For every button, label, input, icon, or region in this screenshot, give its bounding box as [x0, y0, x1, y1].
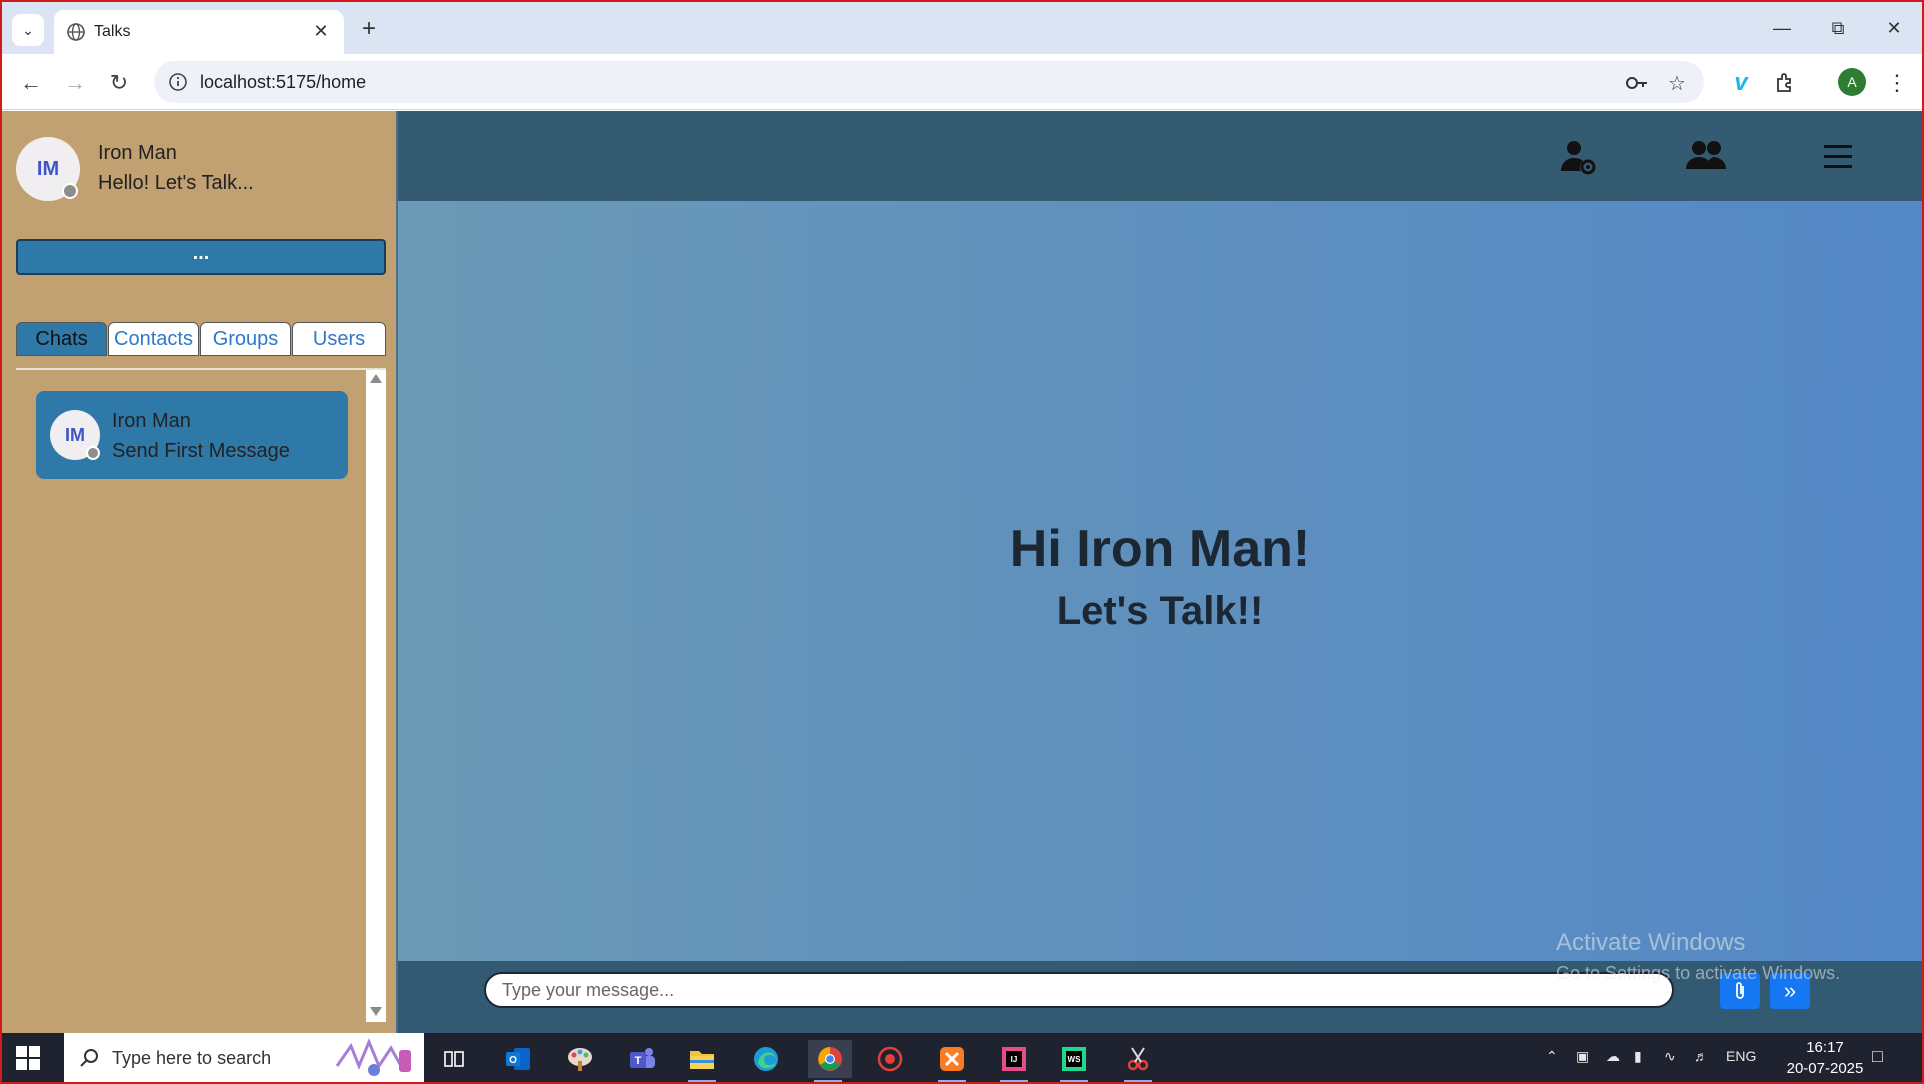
user-settings-icon[interactable] — [1558, 137, 1598, 177]
svg-text:WS: WS — [1068, 1055, 1082, 1064]
browser-tab[interactable]: Talks ✕ — [54, 10, 344, 54]
main-panel: Hi Iron Man! Let's Talk!! » Activate Win… — [398, 111, 1922, 1033]
presence-dot — [86, 446, 100, 460]
chat-list-scrollbar[interactable] — [366, 370, 386, 1022]
intellij-icon[interactable]: IJ — [994, 1040, 1034, 1082]
clock-date[interactable]: 20-07-2025 — [1772, 1060, 1878, 1077]
running-indicator — [688, 1080, 716, 1082]
profile-avatar[interactable]: A — [1838, 68, 1866, 96]
chat-name: Iron Man — [112, 410, 191, 432]
running-indicator — [1124, 1080, 1152, 1082]
running-indicator — [1000, 1080, 1028, 1082]
windows-start-icon[interactable] — [16, 1046, 40, 1070]
wifi-icon[interactable]: ∿ — [1664, 1048, 1676, 1065]
browser-menu-icon[interactable]: ⋮ — [1880, 66, 1914, 100]
volume-icon[interactable]: ♬ — [1694, 1048, 1708, 1064]
message-input[interactable] — [484, 972, 1674, 1008]
more-options-button[interactable]: ... — [16, 239, 386, 275]
chat-list-item[interactable]: IM Iron Man Send First Message — [36, 391, 348, 479]
password-key-icon[interactable] — [1624, 70, 1650, 96]
snipping-tool-icon[interactable] — [1118, 1040, 1158, 1082]
vimeo-extension-icon[interactable]: v — [1724, 66, 1758, 100]
chat-initials: IM — [65, 424, 85, 445]
notifications-icon[interactable]: □ — [1872, 1046, 1883, 1067]
browser-tab-strip: ⌄ Talks ✕ + — ⧉ ✕ — [2, 2, 1922, 54]
paperclip-icon — [1736, 982, 1744, 999]
back-icon[interactable]: ← — [14, 66, 48, 100]
taskbar-search[interactable]: Type here to search — [64, 1033, 424, 1082]
hamburger-menu-icon[interactable] — [1818, 137, 1858, 177]
user-avatar[interactable]: IM — [16, 137, 80, 201]
running-indicator — [938, 1080, 966, 1082]
task-view-icon[interactable] — [434, 1040, 474, 1078]
tabs-divider — [16, 368, 386, 370]
activation-watermark-text: Go to Settings to activate Windows. — [1556, 963, 1841, 983]
search-placeholder: Type here to search — [112, 1048, 272, 1068]
tab-users[interactable]: Users — [292, 322, 386, 356]
extensions-icon[interactable] — [1768, 66, 1802, 100]
screen: ⌄ Talks ✕ + — ⧉ ✕ ← → ↻ localhost:5175/h… — [0, 0, 1924, 1084]
outlook-icon[interactable]: O — [498, 1040, 538, 1078]
forward-icon[interactable]: → — [58, 66, 92, 100]
running-indicator — [1060, 1080, 1088, 1082]
network-adapter-icon[interactable]: ▣ — [1576, 1048, 1589, 1065]
new-tab-icon[interactable]: + — [354, 14, 384, 44]
file-explorer-icon[interactable] — [682, 1040, 722, 1082]
welcome-title: Hi Iron Man! — [1009, 520, 1311, 578]
search-highlight-illustration-icon — [335, 1038, 411, 1076]
screen-recorder-icon[interactable] — [870, 1040, 910, 1078]
reload-icon[interactable]: ↻ — [102, 66, 136, 100]
presence-dot — [62, 183, 78, 199]
svg-text:T: T — [635, 1055, 642, 1067]
close-tab-icon[interactable]: ✕ — [308, 18, 334, 44]
talks-app: IM Iron Man Hello! Let's Talk... ... Cha… — [2, 111, 1922, 1033]
battery-icon[interactable]: ▮ — [1634, 1048, 1642, 1065]
language-indicator[interactable]: ENG — [1726, 1048, 1756, 1064]
chat-preview: Send First Message — [112, 440, 290, 462]
scroll-down-icon[interactable] — [370, 1007, 382, 1016]
xampp-icon[interactable] — [932, 1040, 972, 1082]
user-initials: IM — [36, 157, 60, 180]
edge-icon[interactable] — [746, 1040, 786, 1078]
show-hidden-icons-icon[interactable]: ⌃ — [1546, 1048, 1558, 1065]
browser-toolbar: ← → ↻ localhost:5175/home ☆ v A ⋮ — [2, 54, 1922, 110]
welcome-subtitle: Let's Talk!! — [1056, 589, 1264, 633]
user-status: Hello! Let's Talk... — [98, 172, 254, 194]
webstorm-icon[interactable]: WS — [1054, 1040, 1094, 1082]
activation-watermark-title: Activate Windows — [1556, 929, 1746, 956]
svg-text:O: O — [509, 1055, 517, 1066]
chat-avatar: IM — [50, 410, 100, 460]
search-icon — [80, 1049, 98, 1067]
url-text[interactable]: localhost:5175/home — [200, 72, 366, 93]
minimize-icon[interactable]: — — [1762, 12, 1802, 44]
globe-icon — [67, 23, 85, 41]
windows-taskbar: Type here to search O T IJ WS ⌃ ▣ ☁ ▮ ∿ … — [2, 1033, 1922, 1082]
tab-title: Talks — [94, 23, 131, 40]
main-header — [398, 111, 1922, 201]
tab-search-icon[interactable]: ⌄ — [12, 14, 44, 46]
tab-contacts[interactable]: Contacts — [108, 322, 199, 356]
tab-chats[interactable]: Chats — [16, 322, 107, 356]
restore-icon[interactable]: ⧉ — [1818, 12, 1858, 44]
svg-text:IJ: IJ — [1011, 1055, 1018, 1064]
scroll-up-icon[interactable] — [370, 374, 382, 383]
running-indicator — [814, 1080, 842, 1082]
sidebar: IM Iron Man Hello! Let's Talk... ... Cha… — [2, 111, 398, 1033]
sidebar-tabs: Chats Contacts Groups Users — [16, 322, 386, 356]
close-window-icon[interactable]: ✕ — [1874, 12, 1914, 44]
tab-groups[interactable]: Groups — [200, 322, 291, 356]
paint-icon[interactable] — [560, 1040, 600, 1078]
teams-icon[interactable]: T — [622, 1040, 662, 1078]
site-info-icon[interactable] — [168, 72, 188, 92]
address-bar[interactable]: localhost:5175/home ☆ — [154, 61, 1704, 103]
onedrive-icon[interactable]: ☁ — [1606, 1048, 1620, 1065]
contacts-group-icon[interactable] — [1684, 137, 1728, 177]
chrome-icon[interactable] — [808, 1040, 852, 1082]
user-name: Iron Man — [98, 142, 177, 164]
clock-time[interactable]: 16:17 — [1790, 1039, 1860, 1056]
bookmark-star-icon[interactable]: ☆ — [1664, 70, 1690, 96]
